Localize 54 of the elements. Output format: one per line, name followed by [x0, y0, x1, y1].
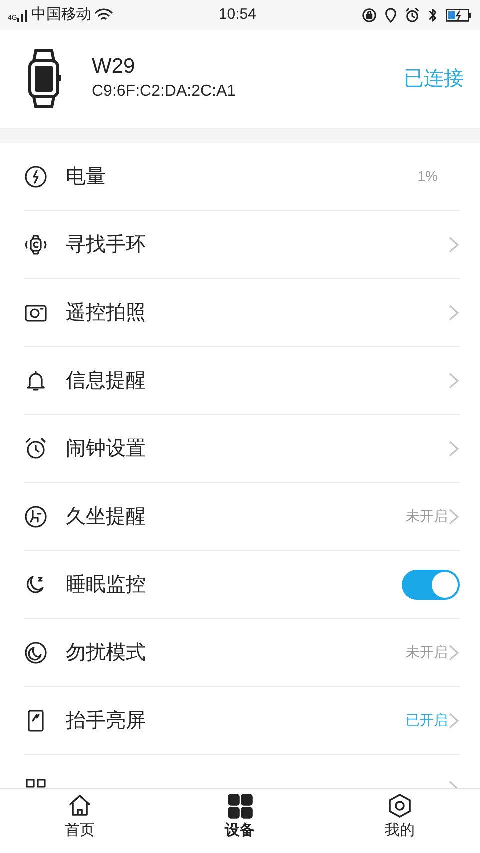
settings-row[interactable]: 信息提醒: [24, 347, 460, 415]
chevron-icon: [448, 236, 460, 254]
connection-status: 已连接: [404, 67, 464, 92]
battery-icon: [446, 8, 472, 22]
settings-row[interactable]: 睡眠监控: [24, 551, 460, 619]
setting-label: 抬手亮屏: [66, 708, 147, 734]
setting-label: 久坐提醒: [66, 504, 147, 530]
tab-button[interactable]: 我的: [320, 789, 480, 853]
setting-label: 寻找手环: [66, 232, 147, 258]
toggle-switch[interactable]: [402, 570, 460, 600]
device-name: W29: [92, 54, 136, 80]
hexagon-icon: [386, 793, 414, 820]
settings-row[interactable]: 勿扰模式 未开启: [24, 619, 460, 687]
wifi-icon: [95, 8, 114, 22]
clock: 10:54: [218, 6, 256, 23]
settings-row[interactable]: 抬手亮屏 已开启: [24, 687, 460, 755]
settings-row[interactable]: 遥控拍照: [24, 279, 460, 347]
setting-status: 未开启: [406, 507, 448, 526]
chevron-icon: [448, 372, 460, 390]
alarm-icon: [405, 8, 420, 22]
settings-row[interactable]: 电量 1%: [24, 143, 460, 211]
watch-icon: [28, 49, 62, 109]
chevron-icon: [448, 508, 460, 526]
settings-row[interactable]: 闹钟设置: [24, 415, 460, 483]
settings-row[interactable]: 寻找手环: [24, 211, 460, 279]
setting-status: 已开启: [406, 711, 448, 730]
chevron-icon: [448, 304, 460, 322]
setting-label: 闹钟设置: [66, 436, 147, 462]
vibrating-watch-icon: [24, 232, 48, 256]
setting-label: 电量: [66, 164, 107, 190]
battery-level-icon: [24, 164, 48, 188]
setting-label: 信息提醒: [66, 368, 147, 394]
chevron-icon: [448, 712, 460, 730]
moon-circle-icon: [24, 640, 48, 664]
setting-label: 睡眠监控: [66, 572, 147, 598]
carrier-name: 中国移动: [31, 4, 92, 25]
setting-label: 勿扰模式: [66, 640, 147, 666]
bluetooth-icon: [428, 8, 438, 22]
rotation-lock-icon: [362, 8, 377, 22]
location-icon: [385, 8, 397, 22]
mac-address: C9:6F:C2:DA:2C:A1: [92, 82, 238, 102]
setting-value: 1%: [418, 167, 438, 186]
setting-label: 遥控拍照: [66, 300, 147, 326]
chevron-icon: [448, 440, 460, 458]
grid-icon: [226, 793, 254, 820]
sitting-person-icon: [24, 504, 48, 528]
settings-row[interactable]: 久坐提醒 未开启: [24, 483, 460, 551]
chevron-icon: [448, 644, 460, 662]
alarm-clock-icon: [24, 436, 48, 460]
signal-icon: [17, 8, 28, 22]
bell-icon: [24, 368, 48, 392]
tab-button[interactable]: 设备: [160, 789, 320, 853]
setting-status: 未开启: [406, 643, 448, 662]
tab-button[interactable]: 首页: [0, 789, 160, 853]
